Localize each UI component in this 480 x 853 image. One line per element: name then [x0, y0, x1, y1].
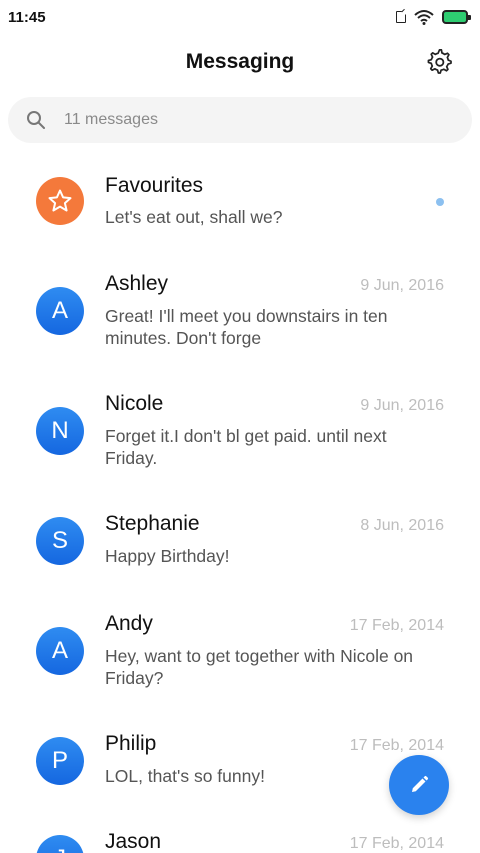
conversation-item[interactable]: N Nicole 9 Jun, 2016 Forget it.I don't b…	[0, 370, 480, 490]
app-header: Messaging	[0, 34, 480, 90]
contact-name: Andy	[105, 612, 153, 635]
conversation-item[interactable]: A Ashley 9 Jun, 2016 Great! I'll meet yo…	[0, 250, 480, 370]
star-icon	[48, 189, 72, 212]
avatar: A	[36, 287, 84, 335]
contact-name: Nicole	[105, 392, 164, 415]
search-bar[interactable]: 11 messages	[8, 97, 472, 143]
gear-icon	[427, 49, 452, 74]
conversation-item[interactable]: Favourites Let's eat out, shall we?	[0, 150, 480, 250]
message-date: 9 Jun, 2016	[360, 277, 444, 294]
battery-icon	[442, 10, 471, 24]
avatar: S	[36, 517, 84, 565]
status-icons	[396, 9, 471, 25]
page-title: Messaging	[185, 50, 295, 73]
pencil-icon	[412, 775, 429, 792]
avatar	[36, 177, 84, 225]
message-date: 8 Jun, 2016	[360, 517, 444, 534]
message-preview: Forget it.I don't bl get paid. until nex…	[105, 426, 387, 468]
sim-card-icon	[396, 11, 406, 23]
message-preview: Happy Birthday!	[105, 546, 230, 566]
message-preview: Hey, want to get together with Nicole on…	[105, 646, 414, 688]
message-preview: Great! I'll meet you downstairs in ten m…	[105, 306, 388, 348]
settings-button[interactable]	[426, 48, 454, 76]
contact-name: Ashley	[105, 272, 169, 295]
message-date: 17 Feb, 2014	[349, 617, 444, 634]
avatar: P	[36, 737, 84, 785]
avatar: N	[36, 407, 84, 455]
conversation-item[interactable]: A Andy 17 Feb, 2014 Hey, want to get tog…	[0, 590, 480, 710]
contact-name: Philip	[105, 732, 157, 755]
search-placeholder: 11 messages	[64, 111, 158, 128]
contact-name: Stephanie	[105, 512, 200, 535]
status-time: 11:45	[8, 8, 46, 26]
contact-name: Jason	[105, 830, 162, 853]
status-bar: 11:45	[0, 0, 480, 34]
compose-button[interactable]	[389, 755, 449, 815]
unread-indicator	[436, 198, 444, 206]
wifi-icon	[414, 10, 434, 25]
message-date: 9 Jun, 2016	[360, 397, 444, 414]
message-preview: LOL, that's so funny!	[105, 766, 265, 786]
message-date: 17 Feb, 2014	[349, 737, 444, 754]
avatar: A	[36, 627, 84, 675]
contact-name: Favourites	[105, 174, 204, 197]
avatar: J	[36, 835, 84, 853]
conversation-item[interactable]: S Stephanie 8 Jun, 2016 Happy Birthday!	[0, 490, 480, 590]
message-preview: Let's eat out, shall we?	[105, 207, 283, 227]
message-date: 17 Feb, 2014	[349, 835, 444, 852]
conversation-item[interactable]: J Jason 17 Feb, 2014	[0, 810, 480, 853]
search-icon	[27, 111, 45, 129]
